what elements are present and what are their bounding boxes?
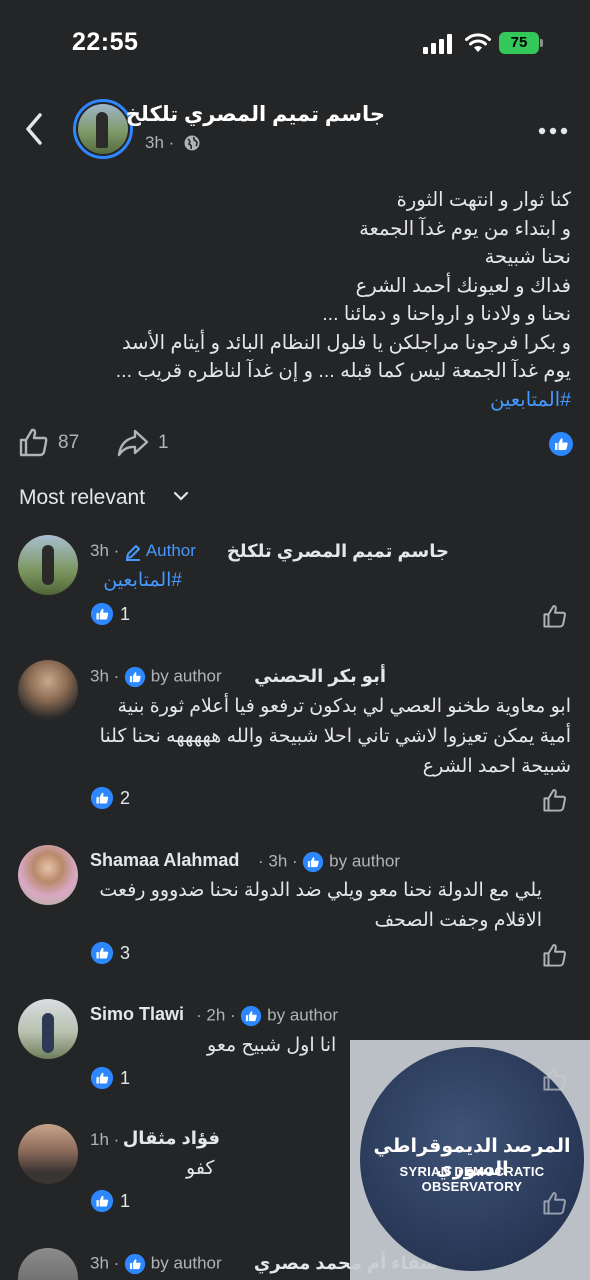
like-reaction-icon [124,1253,146,1275]
pencil-icon [126,544,141,561]
status-time: 22:55 [72,28,139,56]
like-reaction-icon [124,666,146,688]
post-author-name[interactable]: جاسم تميم المصري تلكلخ [126,102,385,127]
comment-text[interactable]: انا اول شبيح معو [207,1031,336,1061]
comment-like-icon[interactable] [542,787,568,813]
like-reaction-icon [90,941,114,965]
comment-meta: 3h · Author [90,541,196,561]
post-hashtag[interactable]: #المتابعين [31,386,571,415]
post-line: فداك و لعيونك أحمد الشرع [355,274,571,297]
comment-meta: · 2h · by author [196,1005,338,1027]
comment-like-icon[interactable] [542,1066,568,1092]
comment-avatar[interactable] [18,999,78,1059]
comment-avatar[interactable] [18,845,78,905]
post-line: نحنا شبيحة [484,246,571,268]
comment-text[interactable]: #المتابعين [103,566,182,596]
comment-author[interactable]: Simo Tlawi [90,1004,184,1025]
post-line: كنا ثوار و انتهت الثورة [396,189,571,211]
post-body: كنا ثوار و انتهت الثورة و ابتداء من يوم … [31,186,571,414]
like-reaction-icon [241,1005,262,1027]
comment-reaction-count: 1 [120,604,131,624]
comment-author[interactable]: Shamaa Alahmad [90,850,239,871]
comment-author[interactable]: أبو بكر الحصني [254,666,386,687]
comment-author[interactable]: فؤاد مثقال [123,1128,220,1149]
comment-reaction-count: 3 [120,943,131,963]
comment-author[interactable]: جاسم تميم المصري تلكلخ [227,541,449,562]
comment-like-icon[interactable] [542,603,568,629]
watermark-english: SYRIAN DEMOCRATIC OBSERVATORY [399,1164,545,1194]
share-button-icon[interactable] [116,428,150,458]
post-line: و بكرا فرجونا مراجلكن يا فلول النظام الب… [121,331,571,354]
more-options-icon[interactable] [538,127,568,135]
battery-indicator: 75 [499,32,539,54]
comment-text[interactable]: ابو معاوية طخنو العصي لي بدكون ترفعو فيا… [91,692,571,782]
like-reaction-icon [90,1066,114,1090]
comment-avatar[interactable] [18,1248,78,1280]
like-reaction-icon [90,1189,114,1213]
like-count[interactable]: 87 [58,432,79,454]
globe-icon [184,135,200,151]
comment-reaction-count: 2 [120,788,131,808]
comment-avatar[interactable] [18,660,78,720]
comment-sort-dropdown[interactable]: Most relevant [19,486,145,510]
post-line: يوم غدآ الجمعة ليس كما قبله ... و إن غدآ… [115,360,571,382]
comment-text[interactable]: يلي مع الدولة نحنا معو ويلي ضد الدولة نح… [82,876,542,936]
comment-like-icon[interactable] [542,942,568,968]
like-reaction-icon [303,851,324,873]
comment-reaction-count: 1 [120,1068,131,1088]
post-line: و ابتداء من يوم غدآ الجمعة [359,217,571,240]
back-arrow-icon[interactable] [22,112,48,146]
comment-avatar[interactable] [18,535,78,595]
author-avatar[interactable] [73,99,133,159]
comment-text[interactable]: كفو [186,1154,214,1184]
like-reaction-icon [90,602,114,626]
post-time: 3h · [145,133,175,152]
comment-meta: 3h · by author [90,666,222,688]
like-reaction-icon [549,432,573,456]
comment-meta: 1h · [90,1130,120,1149]
like-button-icon[interactable] [18,426,50,458]
comment-meta: 3h · by author [90,1253,222,1275]
comment-avatar[interactable] [18,1124,78,1184]
battery-tip [540,39,543,47]
post-line: نحنا و ولادنا و ارواحنا و دمائنا ... [322,303,571,325]
wifi-icon [465,33,491,52]
share-count[interactable]: 1 [158,432,169,454]
like-reaction-icon [90,786,114,810]
comment-reaction-count: 1 [120,1191,131,1211]
chevron-down-icon[interactable] [172,489,190,503]
cellular-signal-icon [423,34,452,54]
comment-meta: · 3h · by author [258,851,400,873]
